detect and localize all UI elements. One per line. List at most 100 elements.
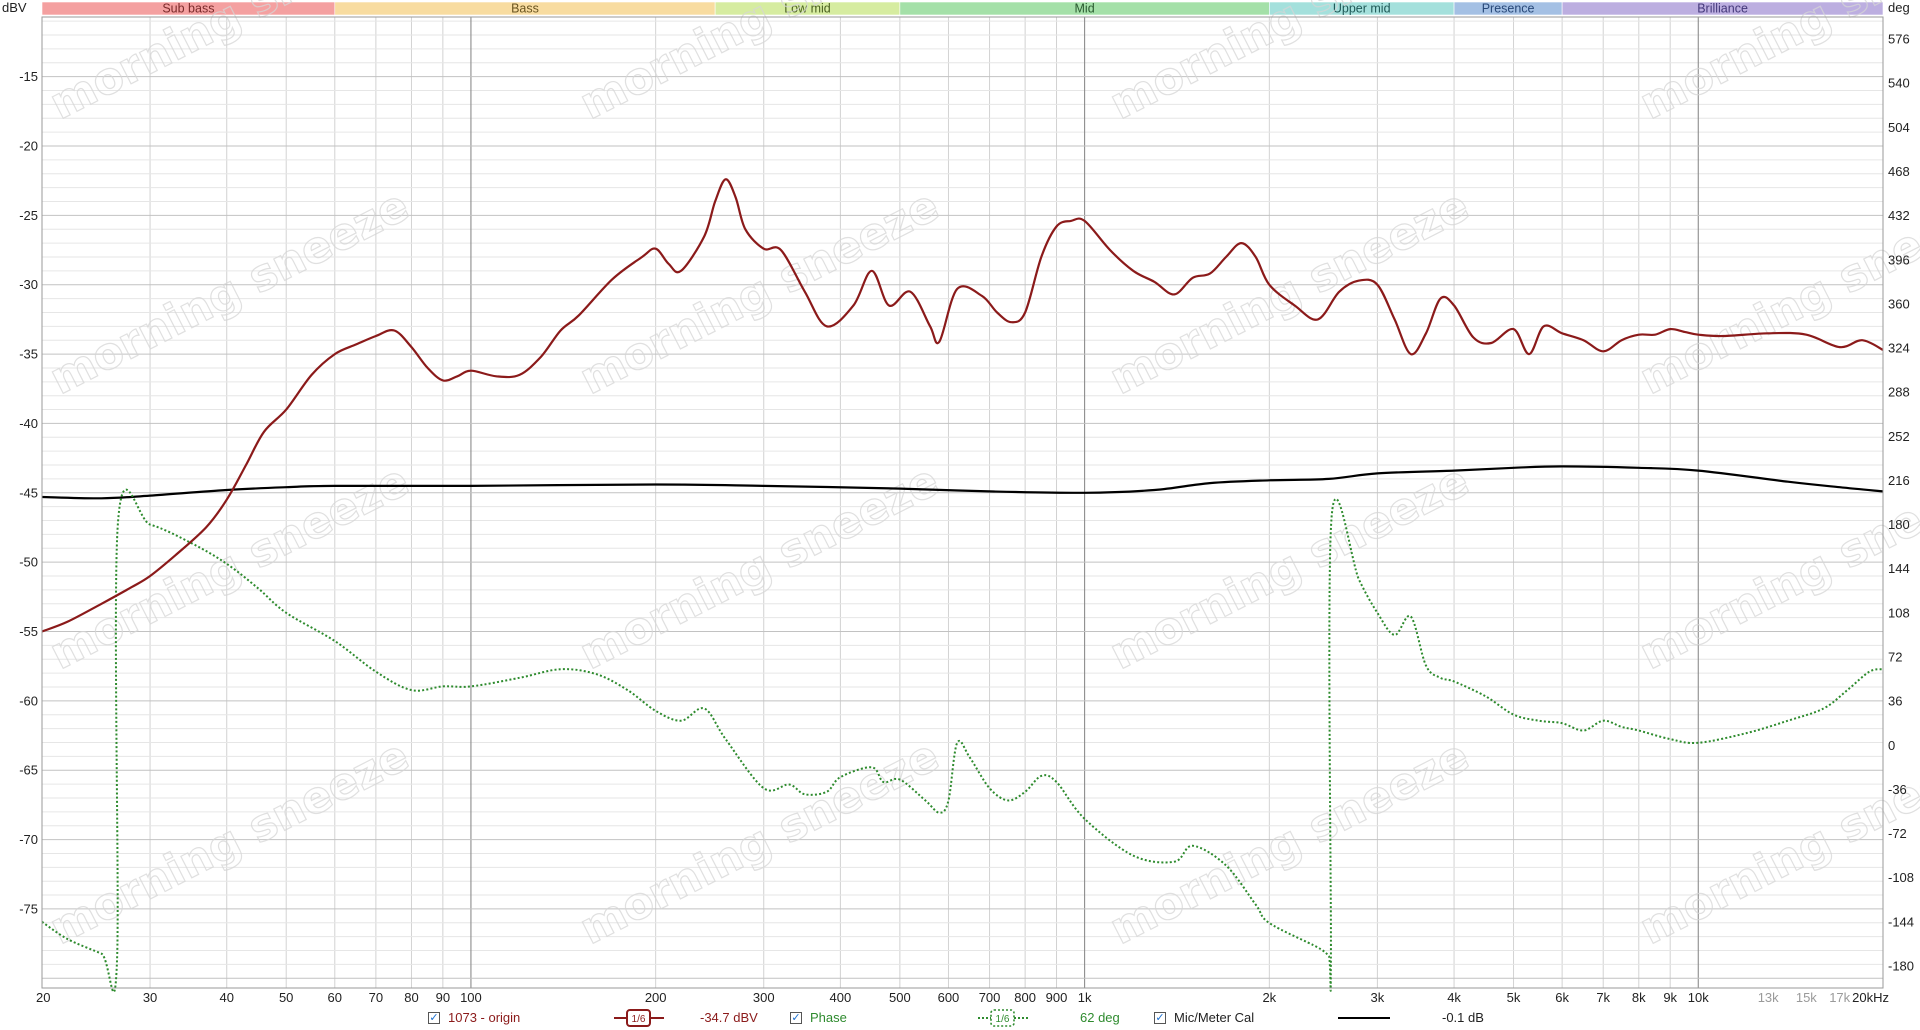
x-tick: 100 (460, 990, 482, 1005)
y-left-tick: -60 (19, 693, 38, 708)
phase-visibility-checkbox[interactable]: ✓ (790, 1011, 802, 1024)
x-tick: 5k (1507, 990, 1521, 1005)
y-left-tick: -65 (19, 763, 38, 778)
watermark-text: morning sneeze (1102, 180, 1477, 405)
y-right-tick: 540 (1888, 76, 1910, 91)
x-tick: 20 (36, 990, 50, 1005)
x-tick: 7k (1596, 990, 1610, 1005)
x-tick: 1k (1078, 990, 1092, 1005)
y-right-tick: 0 (1888, 738, 1895, 753)
origin-visibility-checkbox[interactable]: ✓ (428, 1011, 440, 1024)
y-right-tick: -180 (1888, 958, 1914, 973)
y-right-tick: 216 (1888, 473, 1910, 488)
x-tick: 70 (369, 990, 383, 1005)
watermark-text: morning sneeze (1632, 730, 1920, 955)
y-right-tick: 576 (1888, 32, 1910, 47)
x-tick: 900 (1046, 990, 1068, 1005)
y-right-tick: 252 (1888, 429, 1910, 444)
x-tick: 200 (645, 990, 667, 1005)
y-left-tick: -15 (19, 69, 38, 84)
watermark-text: morning sneeze (1102, 0, 1477, 130)
watermark-text: morning sneeze (572, 730, 947, 955)
y-right-tick: -36 (1888, 782, 1907, 797)
y-left-tick: -70 (19, 832, 38, 847)
phase-smoothing-label: 1/6 (996, 1014, 1010, 1025)
legend-item-phase[interactable]: ✓ Phase (790, 1010, 847, 1025)
watermark-text: morning sneeze (572, 180, 947, 405)
x-tick: 300 (753, 990, 775, 1005)
watermark-text: morning sneeze (1102, 730, 1477, 955)
x-tick-minor: 13k (1758, 990, 1779, 1005)
y-right-tick: 180 (1888, 517, 1910, 532)
y-right-tick: 36 (1888, 694, 1902, 709)
x-tick: 3k (1371, 990, 1385, 1005)
y-right-tick: 504 (1888, 120, 1910, 135)
y-right-tick: -144 (1888, 914, 1914, 929)
y-right-tick: 396 (1888, 252, 1910, 267)
y-right-tick: 324 (1888, 341, 1910, 356)
legend-item-mic-meter-cal[interactable]: ✓ Mic/Meter Cal (1154, 1010, 1254, 1025)
x-tick: 40 (219, 990, 233, 1005)
x-tick: 80 (404, 990, 418, 1005)
mic-meter-cal-readout: -0.1 dB (1442, 1010, 1484, 1025)
legend: ✓ 1073 - origin 1/6 -34.7 dBV ✓ Phase 1/… (0, 1008, 1920, 1030)
y-right-tick: -72 (1888, 826, 1907, 841)
y-left-tick: -75 (19, 901, 38, 916)
y-left-tick: -50 (19, 555, 38, 570)
y-right-unit-label: deg (1888, 0, 1910, 15)
x-tick: 50 (279, 990, 293, 1005)
y-right-tick: 108 (1888, 605, 1910, 620)
x-tick: 600 (938, 990, 960, 1005)
x-tick: 500 (889, 990, 911, 1005)
x-tick: 400 (830, 990, 852, 1005)
y-left-tick: -35 (19, 347, 38, 362)
watermark-text: morning sneeze (1632, 0, 1920, 130)
mic-meter-cal-visibility-checkbox[interactable]: ✓ (1154, 1011, 1166, 1024)
x-tick: 20kHz (1852, 990, 1889, 1005)
x-tick: 6k (1555, 990, 1569, 1005)
series-phase (41, 488, 1884, 993)
y-right-tick: 72 (1888, 649, 1902, 664)
band-label-5: Presence (1482, 2, 1535, 16)
y-left-tick: -30 (19, 277, 38, 292)
origin-readout: -34.7 dBV (700, 1010, 758, 1025)
x-tick: 700 (979, 990, 1001, 1005)
watermark-text: morning sneeze (1632, 180, 1920, 405)
origin-smoothing-swatch[interactable]: 1/6 (612, 1009, 666, 1027)
x-tick-minor: 15k (1796, 990, 1817, 1005)
frequency-response-chart: Sub bass Bass Low mid Mid Upper mid Presence B… (2, 0, 1920, 1005)
y-right-tick: -108 (1888, 870, 1914, 885)
y-right-tick: 468 (1888, 164, 1910, 179)
legend-item-origin[interactable]: ✓ 1073 - origin (428, 1010, 520, 1025)
mic-meter-cal-series-label: Mic/Meter Cal (1174, 1010, 1255, 1025)
y-left-tick: -40 (19, 416, 38, 431)
watermark-text: morning sneeze (572, 0, 947, 130)
phase-readout: 62 deg (1080, 1010, 1120, 1025)
band-label-1: Bass (511, 2, 539, 16)
x-tick-minor: 17k (1829, 990, 1850, 1005)
x-tick: 8k (1632, 990, 1646, 1005)
y-right-tick: 288 (1888, 385, 1910, 400)
y-left-tick: -25 (19, 208, 38, 223)
y-left-tick: -45 (19, 485, 38, 500)
y-right-tick: 360 (1888, 296, 1910, 311)
y-left-tick: -20 (19, 139, 38, 154)
y-left-tick: -55 (19, 624, 38, 639)
x-tick: 2k (1262, 990, 1276, 1005)
band-label-6: Brilliance (1697, 2, 1748, 16)
origin-series-label: 1073 - origin (448, 1010, 521, 1025)
phase-series-label: Phase (810, 1010, 847, 1025)
y-right-tick: 144 (1888, 561, 1910, 576)
x-tick: 10k (1688, 990, 1709, 1005)
watermark-text: morning sneeze (42, 0, 417, 130)
x-tick: 4k (1447, 990, 1461, 1005)
mic-meter-cal-swatch (1338, 1017, 1390, 1019)
y-left-unit-label: dBV (2, 0, 27, 15)
phase-smoothing-swatch[interactable]: 1/6 (976, 1009, 1030, 1027)
y-right-tick: 432 (1888, 208, 1910, 223)
x-tick: 800 (1014, 990, 1036, 1005)
watermark-text: morning sneeze (42, 730, 417, 955)
band-label-3: Mid (1075, 2, 1095, 16)
x-tick: 60 (328, 990, 342, 1005)
watermark-text: morning sneeze (1632, 455, 1920, 680)
